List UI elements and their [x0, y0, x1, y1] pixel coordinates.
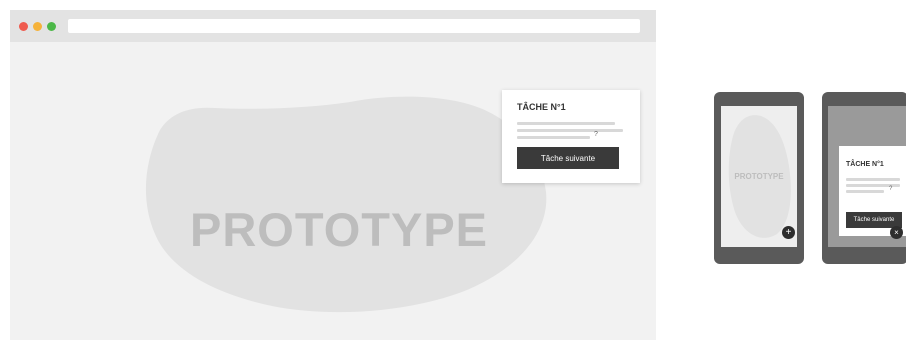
phone-prototype-label: PROTOTYPE [734, 172, 784, 181]
plus-icon[interactable]: + [782, 226, 795, 239]
phone-task-line [846, 178, 900, 181]
phone-mockup-task: TÂCHE N°1 ? Tâche suivante × [822, 92, 906, 264]
close-icon[interactable]: × [890, 226, 903, 239]
close-dot[interactable] [19, 22, 28, 31]
question-mark: ? [594, 131, 598, 138]
phone-question-mark: ? [889, 186, 893, 192]
address-bar[interactable] [68, 19, 640, 33]
task-card: TÂCHE N°1 ? Tâche suivante [502, 90, 640, 183]
task-text-line [517, 122, 615, 125]
phone-task-line [846, 190, 884, 193]
maximize-dot[interactable] [47, 22, 56, 31]
task-title: TÂCHE N°1 [517, 102, 566, 112]
task-text-line [517, 136, 590, 139]
phone-task-title: TÂCHE N°1 [846, 161, 884, 168]
prototype-blob [145, 96, 547, 313]
browser-title-bar [10, 10, 656, 42]
phone-task-card: TÂCHE N°1 ? Tâche suivante [839, 146, 906, 236]
minimize-dot[interactable] [33, 22, 42, 31]
next-task-button[interactable]: Tâche suivante [517, 147, 619, 169]
prototype-label: PROTOTYPE [190, 203, 489, 256]
phone-mockup-prototype: PROTOTYPE + [714, 92, 804, 264]
browser-window: PROTOTYPE TÂCHE N°1 ? Tâche suivante [10, 10, 656, 340]
prototype-canvas: PROTOTYPE TÂCHE N°1 ? Tâche suivante [10, 42, 656, 340]
task-text-line [517, 129, 623, 132]
